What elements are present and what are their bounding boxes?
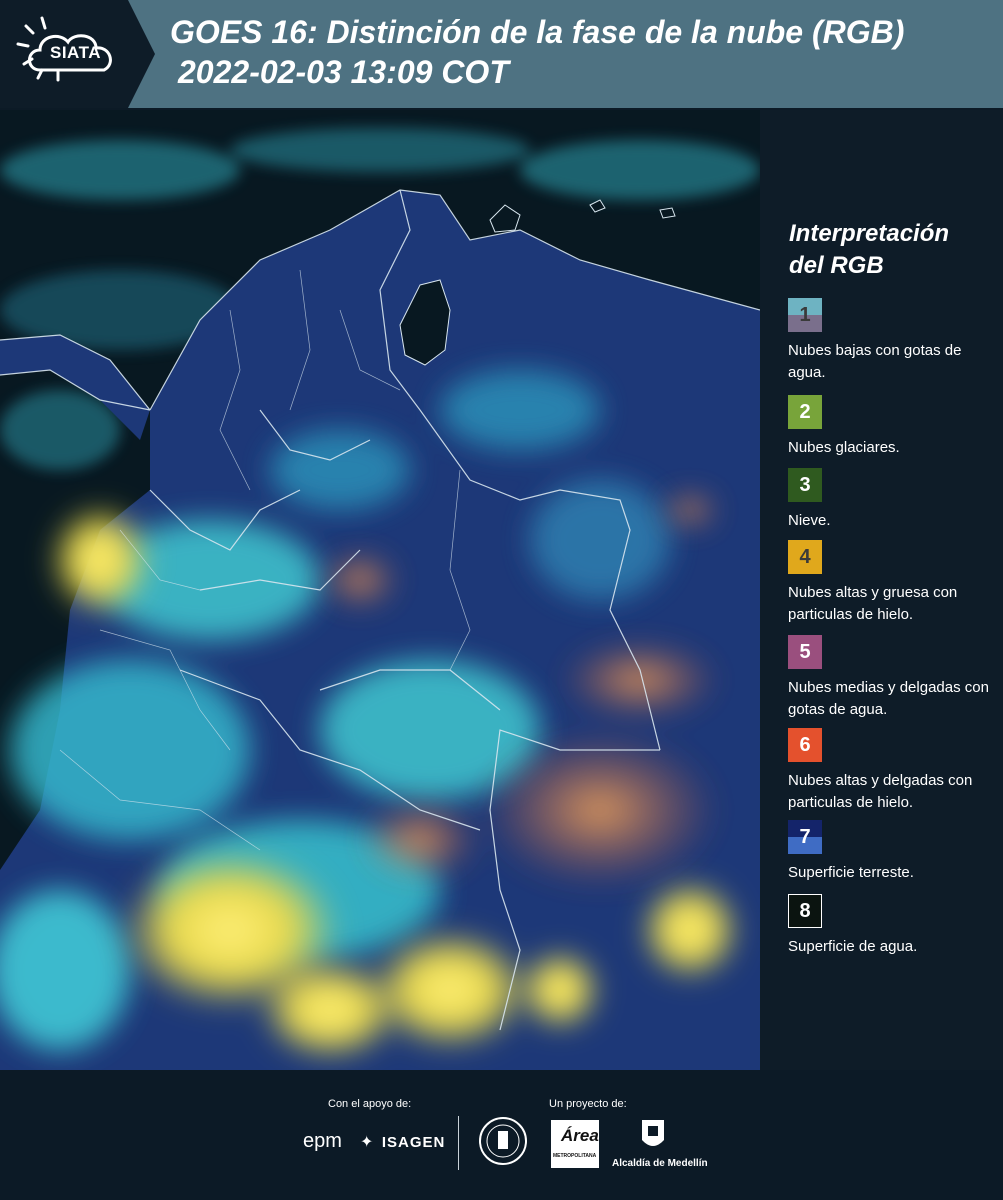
- legend-label-8: Superficie de agua.: [788, 938, 918, 955]
- area-logo-subtext: METROPOLITANA: [553, 1153, 597, 1159]
- legend-title: Interpretación del RGB: [789, 220, 950, 279]
- header: SIATA GOES 16: Distinción de la fase de …: [0, 0, 1003, 108]
- area-metropolitana-logo[interactable]: Área METROPOLITANA: [551, 1120, 599, 1168]
- university-seal[interactable]: [478, 1116, 528, 1171]
- epm-logo-text: epm: [303, 1130, 342, 1152]
- isagen-icon: ✦: [360, 1134, 374, 1151]
- seal-icon: [479, 1117, 527, 1165]
- page-title: GOES 16: Distinción de la fase de la nub…: [170, 14, 905, 50]
- legend-swatch-7: 7: [788, 820, 822, 854]
- shield-icon: [642, 1120, 664, 1146]
- footer-divider: [458, 1116, 459, 1170]
- siata-logo[interactable]: SIATA: [0, 0, 155, 108]
- legend-label-4: Nubes altas y gruesa con particulas de h…: [788, 584, 958, 623]
- legend-item-6: 6 Nubes altas y delgadas con particulas …: [788, 728, 998, 814]
- legend-swatch-3: 3: [788, 468, 822, 502]
- legend-label-2: Nubes glaciares.: [788, 439, 900, 456]
- footer: Con el apoyo de: Un proyecto de: epm ✦ I…: [0, 1070, 1003, 1200]
- legend-label-3: Nieve.: [788, 512, 831, 529]
- satellite-map[interactable]: [0, 110, 760, 1070]
- legend-swatch-1: 1: [788, 298, 822, 332]
- legend-item-3: 3 Nieve.: [788, 468, 998, 532]
- satellite-image: [0, 110, 760, 1070]
- alcaldia-logo-text: Alcaldía de Medellín: [612, 1158, 708, 1169]
- legend-swatch-4: 4: [788, 540, 822, 574]
- alcaldia-logo[interactable]: Alcaldía de Medellín: [612, 1118, 708, 1169]
- page-timestamp: 2022-02-03 13:09 COT: [178, 54, 509, 90]
- legend-swatch-8: 8: [788, 894, 822, 928]
- legend-item-7: 7 Superficie terreste.: [788, 820, 998, 884]
- legend-item-4: 4 Nubes altas y gruesa con particulas de…: [788, 540, 998, 626]
- support-label: Con el apoyo de:: [328, 1098, 412, 1110]
- project-label: Un proyecto de:: [549, 1098, 627, 1110]
- legend-swatch-5: 5: [788, 635, 822, 669]
- legend-label-5: Nubes medias y delgadas con gotas de agu…: [788, 679, 989, 718]
- area-logo-text: Área: [561, 1126, 599, 1145]
- legend-swatch-6: 6: [788, 728, 822, 762]
- legend-item-1: 1 Nubes bajas con gotas de agua.: [788, 298, 998, 384]
- legend-label-6: Nubes altas y delgadas con particulas de…: [788, 772, 973, 811]
- legend-item-5: 5 Nubes medias y delgadas con gotas de a…: [788, 635, 998, 721]
- legend-label-1: Nubes bajas con gotas de agua.: [788, 342, 962, 381]
- isagen-logo[interactable]: ✦ ISAGEN: [360, 1132, 444, 1152]
- logo-text: SIATA: [50, 43, 101, 62]
- legend-item-8: 8 Superficie de agua.: [788, 894, 998, 958]
- legend-swatch-2: 2: [788, 395, 822, 429]
- legend-panel: Interpretación del RGB 1 Nubes bajas con…: [760, 110, 1003, 1070]
- isagen-logo-text: ISAGEN: [381, 1134, 446, 1151]
- legend-label-7: Superficie terreste.: [788, 864, 914, 881]
- legend-item-2: 2 Nubes glaciares.: [788, 395, 998, 459]
